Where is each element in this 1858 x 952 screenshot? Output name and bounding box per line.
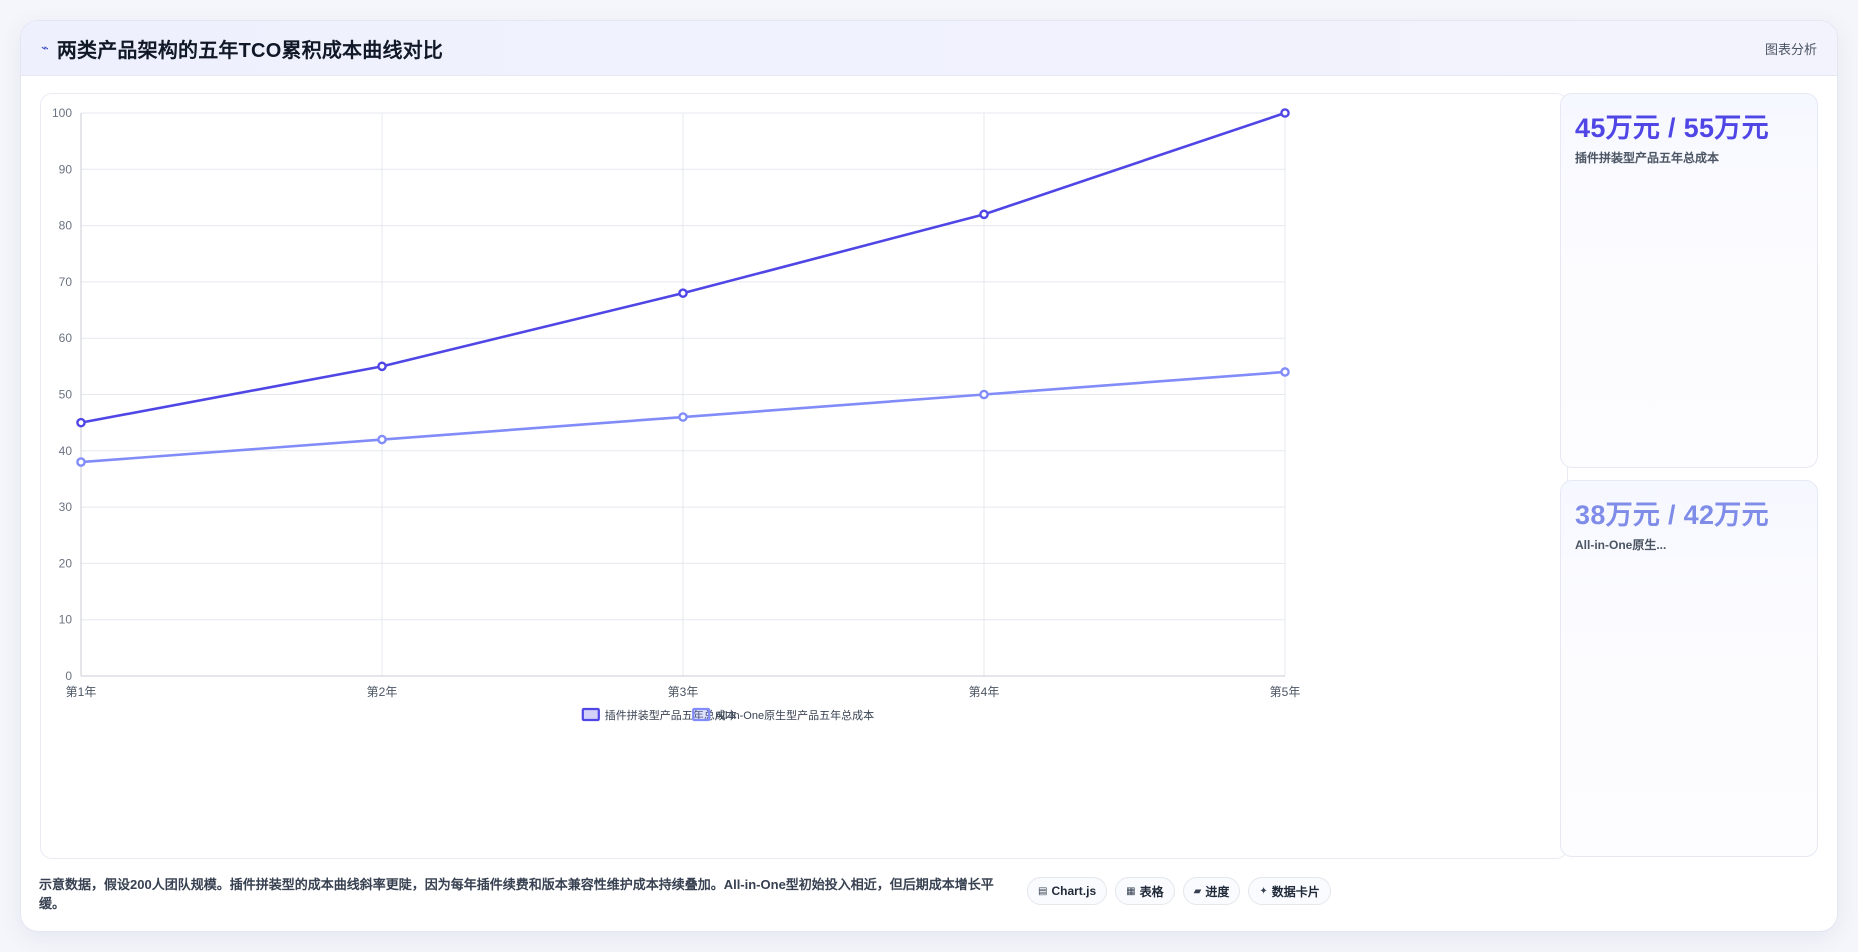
x-tick-label: 第3年 <box>668 685 699 699</box>
x-tick-label: 第4年 <box>969 685 1000 699</box>
chip-data-card[interactable]: ✦ 数据卡片 <box>1248 877 1331 905</box>
data-point <box>1280 367 1290 377</box>
summary-card-plugin: 45万元 / 55万元 插件拼装型产品五年总成本 <box>1560 93 1818 468</box>
progress-icon: ▰ <box>1193 885 1202 897</box>
chip-table[interactable]: ▦ 表格 <box>1115 877 1175 905</box>
y-tick-label: 10 <box>59 613 73 627</box>
y-tick-label: 0 <box>65 669 72 683</box>
summary-label-plugin: 插件拼装型产品五年总成本 <box>1575 151 1720 165</box>
y-tick-label: 70 <box>59 275 73 289</box>
y-tick-label: 30 <box>59 500 73 514</box>
chip-label: 表格 <box>1139 884 1164 899</box>
chip-progress[interactable]: ▰ 进度 <box>1182 877 1241 905</box>
table-icon: ▦ <box>1126 885 1136 897</box>
data-point <box>678 412 688 422</box>
line-chart: 0102030405060708090100第1年 第2年 第3年 第4年 第5年插件拼… <box>52 106 1301 722</box>
chart-icon: ▤ <box>1038 885 1048 897</box>
data-point <box>377 361 387 372</box>
chart-analysis-tag: 图表分析 <box>1764 41 1817 57</box>
legend-swatch <box>692 707 711 722</box>
summary-value-plugin: 45万元 / 55万元 <box>1575 113 1769 143</box>
summary-value-allinone: 38万元 / 42万元 <box>1575 500 1769 530</box>
data-point <box>76 457 86 467</box>
x-tick-label: 第5年 <box>1270 685 1301 699</box>
chip-label: 进度 <box>1205 884 1230 899</box>
legend-label: All-in-One原生型产品五年总成本 <box>715 708 874 722</box>
title-wrap: ⌁ 两类产品架构的五年TCO累积成本曲线对比 <box>41 34 443 63</box>
chip-label: Chart.js <box>1051 884 1097 898</box>
data-point <box>377 434 387 445</box>
chip-chartjs[interactable]: ▤ Chart.js <box>1027 877 1108 905</box>
y-tick-label: 80 <box>59 219 73 233</box>
data-point <box>979 389 989 400</box>
page-title: 两类产品架构的五年TCO累积成本曲线对比 <box>56 39 444 62</box>
x-tick-label: 第2年 <box>367 685 398 699</box>
trend-icon: ⌁ <box>41 40 49 55</box>
y-tick-label: 90 <box>59 162 73 176</box>
summary-label-allinone: All-in-One原生... <box>1575 538 1667 552</box>
x-tick-label: 第1年 <box>66 685 97 699</box>
y-tick-label: 20 <box>59 556 73 570</box>
chip-label: 数据卡片 <box>1271 884 1320 899</box>
footnote: 示意数据，假设200人团队规模。插件拼装型的成本曲线斜率更陡，因为每年插件续费和… <box>39 877 994 911</box>
y-tick-label: 100 <box>52 106 72 120</box>
data-point <box>1280 108 1290 118</box>
chart-area: 0 10 20 30 40 50 60 70 80 90 100 第1年 第2年 第3年 第4年 第5年 插件拼… <box>40 93 1568 859</box>
data-point <box>678 288 688 298</box>
summary-card-allinone: 38万元 / 42万元 All-in-One原生... <box>1560 480 1818 857</box>
y-tick-label: 40 <box>59 444 73 458</box>
chip-row: ▤ Chart.js ▦ 表格 ▰ 进度 ✦ 数据卡片 <box>1027 873 1331 905</box>
card-header: ⌁ 两类产品架构的五年TCO累积成本曲线对比 图表分析 <box>21 21 1837 76</box>
data-point <box>76 417 86 428</box>
data-point <box>979 209 989 220</box>
y-tick-label: 50 <box>59 388 73 402</box>
sparkle-icon: ✦ <box>1259 885 1268 897</box>
y-tick-label: 60 <box>59 331 73 345</box>
legend-swatch <box>581 707 600 722</box>
footer: 示意数据，假设200人团队规模。插件拼装型的成本曲线斜率更陡，因为每年插件续费和… <box>39 873 1829 921</box>
chart-card: ⌁ 两类产品架构的五年TCO累积成本曲线对比 图表分析 0 10 20 30 40 50 6… <box>20 20 1838 932</box>
